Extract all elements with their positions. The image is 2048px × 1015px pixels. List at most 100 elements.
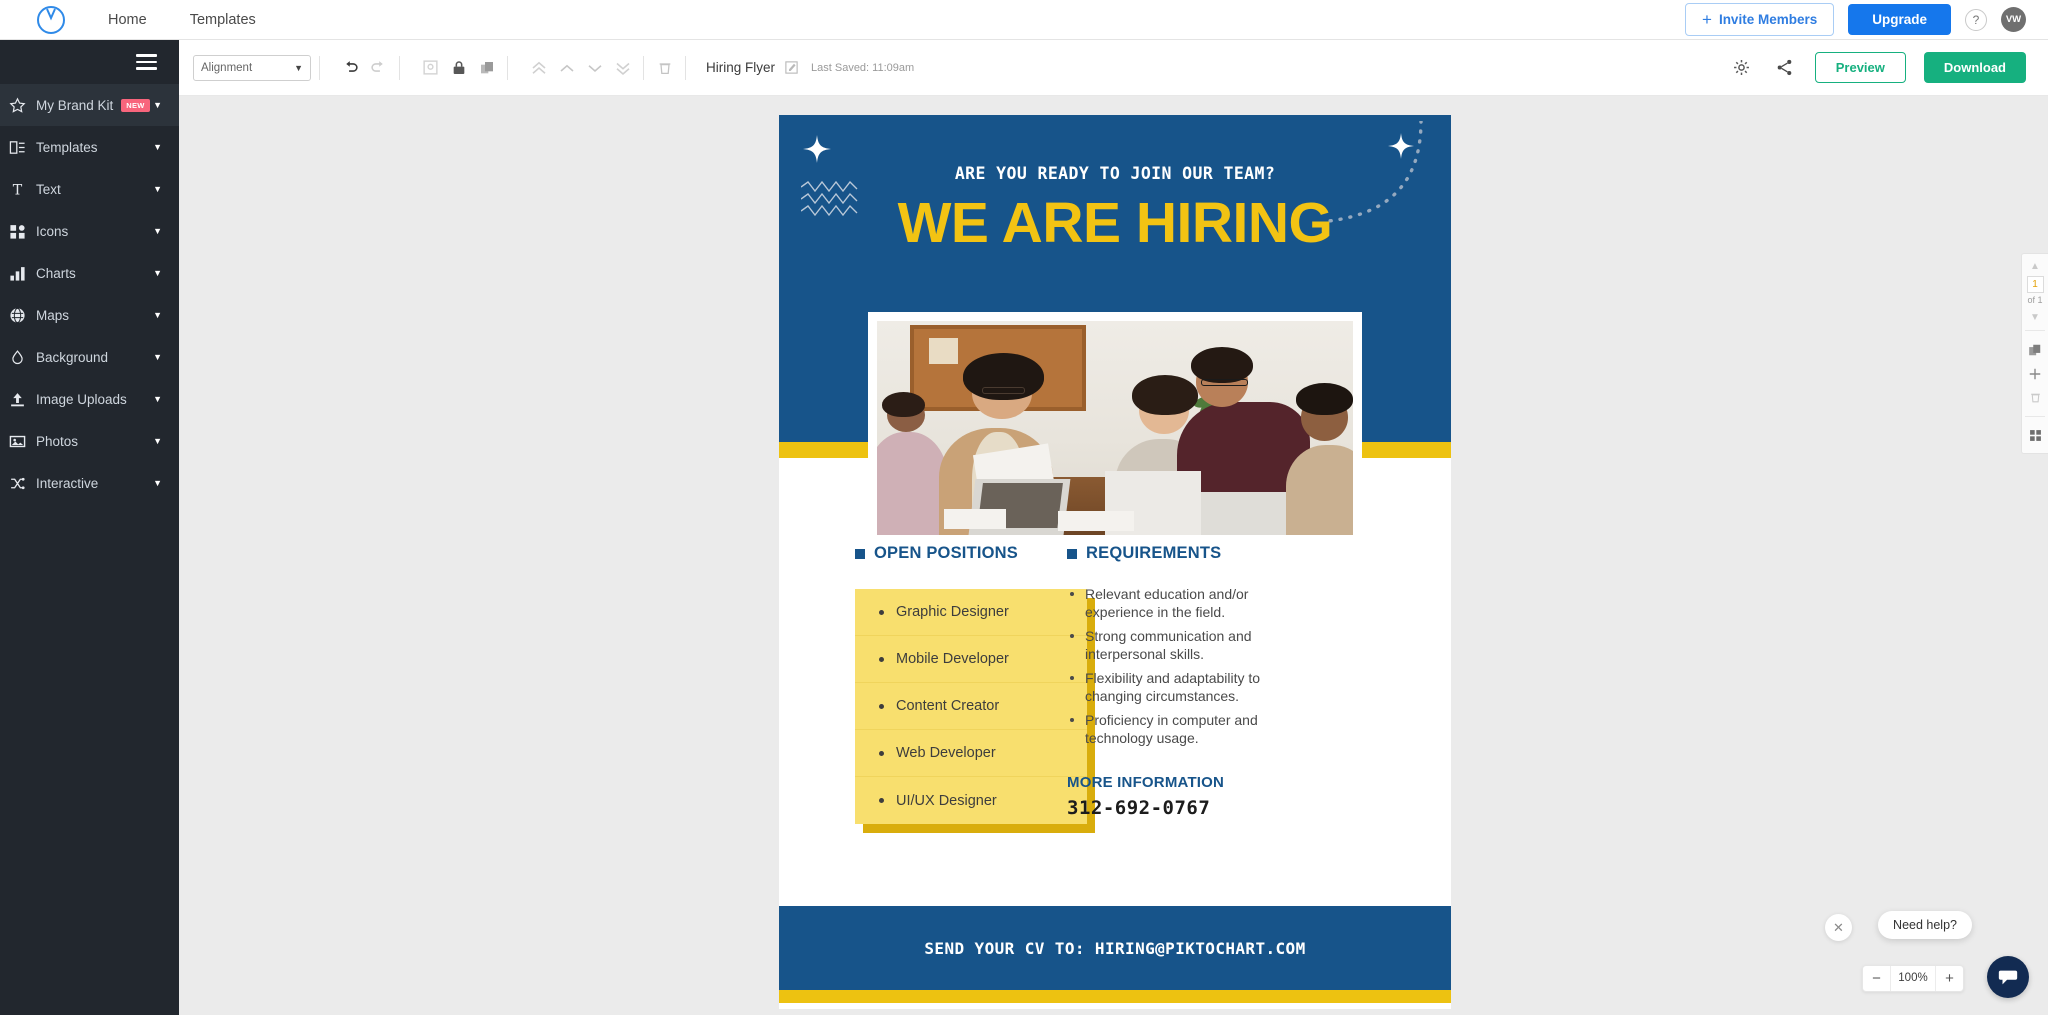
duplicate-page-icon[interactable]	[2028, 343, 2042, 357]
chat-bubble-icon[interactable]	[1987, 956, 2029, 998]
crop-icon[interactable]	[418, 55, 443, 80]
list-item[interactable]: Web Developer	[855, 730, 1087, 777]
bullet-icon	[1070, 592, 1074, 596]
chevron-down-icon: ▼	[294, 62, 303, 73]
page-down-arrow-icon[interactable]: ▼	[2030, 312, 2040, 323]
sidebar-item-text[interactable]: T Text ▼	[0, 168, 179, 210]
help-icon[interactable]: ?	[1965, 8, 1987, 31]
sidebar-item-label: Interactive	[36, 475, 99, 491]
list-item[interactable]: Content Creator	[855, 683, 1087, 730]
gear-icon[interactable]	[1729, 55, 1754, 80]
chevron-down-icon[interactable]: ▼	[153, 100, 162, 110]
list-item: Flexibility and adaptability to changing…	[1067, 669, 1307, 706]
flyer-footer-yellow-bar	[779, 990, 1451, 1003]
sidebar-item-maps[interactable]: Maps ▼	[0, 294, 179, 336]
alignment-select[interactable]: Alignment ▼	[193, 54, 311, 81]
bullet-icon	[879, 798, 884, 803]
avatar[interactable]: VW	[2001, 7, 2026, 32]
sidebar-item-interactive[interactable]: Interactive ▼	[0, 462, 179, 504]
undo-icon[interactable]	[338, 55, 363, 80]
preview-button[interactable]: Preview	[1814, 52, 1906, 83]
close-icon[interactable]: ✕	[1825, 914, 1852, 941]
square-bullet-icon	[1067, 548, 1077, 559]
list-item[interactable]: Graphic Designer	[855, 589, 1087, 636]
sidebar-item-photos[interactable]: Photos ▼	[0, 420, 179, 462]
open-positions-card-wrapper: Graphic Designer Mobile Developer Conten…	[855, 589, 1095, 833]
canvas-area[interactable]: ARE YOU READY TO JOIN OUR TEAM? WE ARE H…	[179, 96, 2048, 1015]
chevron-down-icon[interactable]: ▼	[153, 478, 162, 488]
chevron-down-icon[interactable]: ▼	[153, 142, 162, 152]
chevron-down-icon[interactable]: ▼	[153, 352, 162, 362]
add-page-icon[interactable]	[2028, 367, 2042, 381]
requirements-heading: REQUIREMENTS	[1067, 544, 1307, 563]
edit-pencil-icon[interactable]	[784, 60, 799, 75]
bring-to-front-icon[interactable]	[526, 55, 551, 80]
page-count-label: of 1	[2027, 295, 2043, 305]
redo-icon[interactable]	[366, 55, 391, 80]
chevron-down-icon[interactable]: ▼	[153, 436, 162, 446]
phone-number: 312-692-0767	[1067, 796, 1211, 819]
flyer-document[interactable]: ARE YOU READY TO JOIN OUR TEAM? WE ARE H…	[779, 115, 1451, 1009]
zoom-out-button[interactable]: −	[1863, 966, 1890, 991]
page-number-input[interactable]: 1	[2026, 276, 2044, 293]
list-item: Strong communication and interpersonal s…	[1067, 627, 1307, 664]
page-up-arrow-icon[interactable]: ▲	[2030, 261, 2040, 272]
toolbar-divider	[507, 55, 508, 80]
chevron-down-icon[interactable]: ▼	[153, 184, 162, 194]
section-title: REQUIREMENTS	[1086, 544, 1222, 562]
send-backward-icon[interactable]	[582, 55, 607, 80]
sidebar-item-label: Templates	[36, 139, 98, 155]
bring-forward-icon[interactable]	[554, 55, 579, 80]
chevron-down-icon[interactable]: ▼	[153, 310, 162, 320]
flyer-footer-text: SEND YOUR CV TO: HIRING@PIKTOCHART.COM	[924, 938, 1306, 958]
nav-link-home[interactable]: Home	[108, 12, 147, 28]
lock-icon[interactable]	[446, 55, 471, 80]
delete-icon[interactable]	[652, 55, 677, 80]
sidebar-item-charts[interactable]: Charts ▼	[0, 252, 179, 294]
page-grid-icon[interactable]	[2029, 429, 2042, 442]
chevron-down-icon[interactable]: ▼	[153, 226, 162, 236]
sidebar-item-label: Image Uploads	[36, 391, 127, 407]
position-label: Mobile Developer	[896, 651, 1009, 667]
bar-chart-icon	[4, 265, 30, 282]
upload-icon	[4, 391, 30, 408]
bullet-icon	[879, 656, 884, 662]
sidebar-item-background[interactable]: Background ▼	[0, 336, 179, 378]
panel-divider	[2025, 416, 2045, 417]
duplicate-icon[interactable]	[474, 55, 499, 80]
hamburger-menu-icon[interactable]	[136, 54, 157, 70]
list-item[interactable]: Mobile Developer	[855, 636, 1087, 683]
upgrade-button[interactable]: Upgrade	[1848, 4, 1951, 35]
download-button[interactable]: Download	[1923, 52, 2026, 83]
requirements-list: Relevant education and/or experience in …	[1067, 585, 1307, 748]
delete-page-icon[interactable]	[2029, 391, 2042, 404]
requirement-text: Relevant education and/or experience in …	[1085, 586, 1249, 621]
share-icon[interactable]	[1772, 55, 1797, 80]
sidebar-item-my-brand-kit[interactable]: My Brand Kit NEW ▼	[0, 84, 179, 126]
flyer-photo-frame[interactable]	[868, 312, 1362, 544]
nav-link-templates[interactable]: Templates	[190, 12, 256, 28]
flyer-kicker-text: ARE YOU READY TO JOIN OUR TEAM?	[954, 164, 1276, 183]
piktochart-logo-icon[interactable]	[36, 5, 66, 35]
bullet-icon	[879, 609, 884, 615]
toolbar-divider	[399, 55, 400, 80]
zoom-level-value[interactable]: 100%	[1890, 966, 1936, 991]
document-title[interactable]: Hiring Flyer	[706, 60, 775, 75]
requirement-text: Flexibility and adaptability to changing…	[1085, 669, 1261, 705]
sidebar-item-icons[interactable]: Icons ▼	[0, 210, 179, 252]
toolbar-actions: Preview Download	[1729, 52, 2026, 83]
sidebar-item-image-uploads[interactable]: Image Uploads ▼	[0, 378, 179, 420]
list-item[interactable]: UI/UX Designer	[855, 777, 1087, 824]
chevron-down-icon[interactable]: ▼	[153, 394, 162, 404]
zoom-in-button[interactable]: +	[1936, 966, 1963, 991]
invite-members-button[interactable]: + Invite Members	[1685, 3, 1835, 36]
last-saved-text: Last Saved: 11:09am	[811, 61, 915, 74]
send-to-back-icon[interactable]	[610, 55, 635, 80]
chevron-down-icon[interactable]: ▼	[153, 268, 162, 278]
requirement-text: Strong communication and interpersonal s…	[1085, 627, 1252, 663]
sidebar-item-templates[interactable]: Templates ▼	[0, 126, 179, 168]
need-help-button[interactable]: Need help?	[1878, 911, 1972, 939]
zoom-control-bar: − 100% +	[1862, 965, 1964, 992]
templates-icon	[4, 139, 30, 156]
sparkle-icon	[803, 135, 831, 163]
